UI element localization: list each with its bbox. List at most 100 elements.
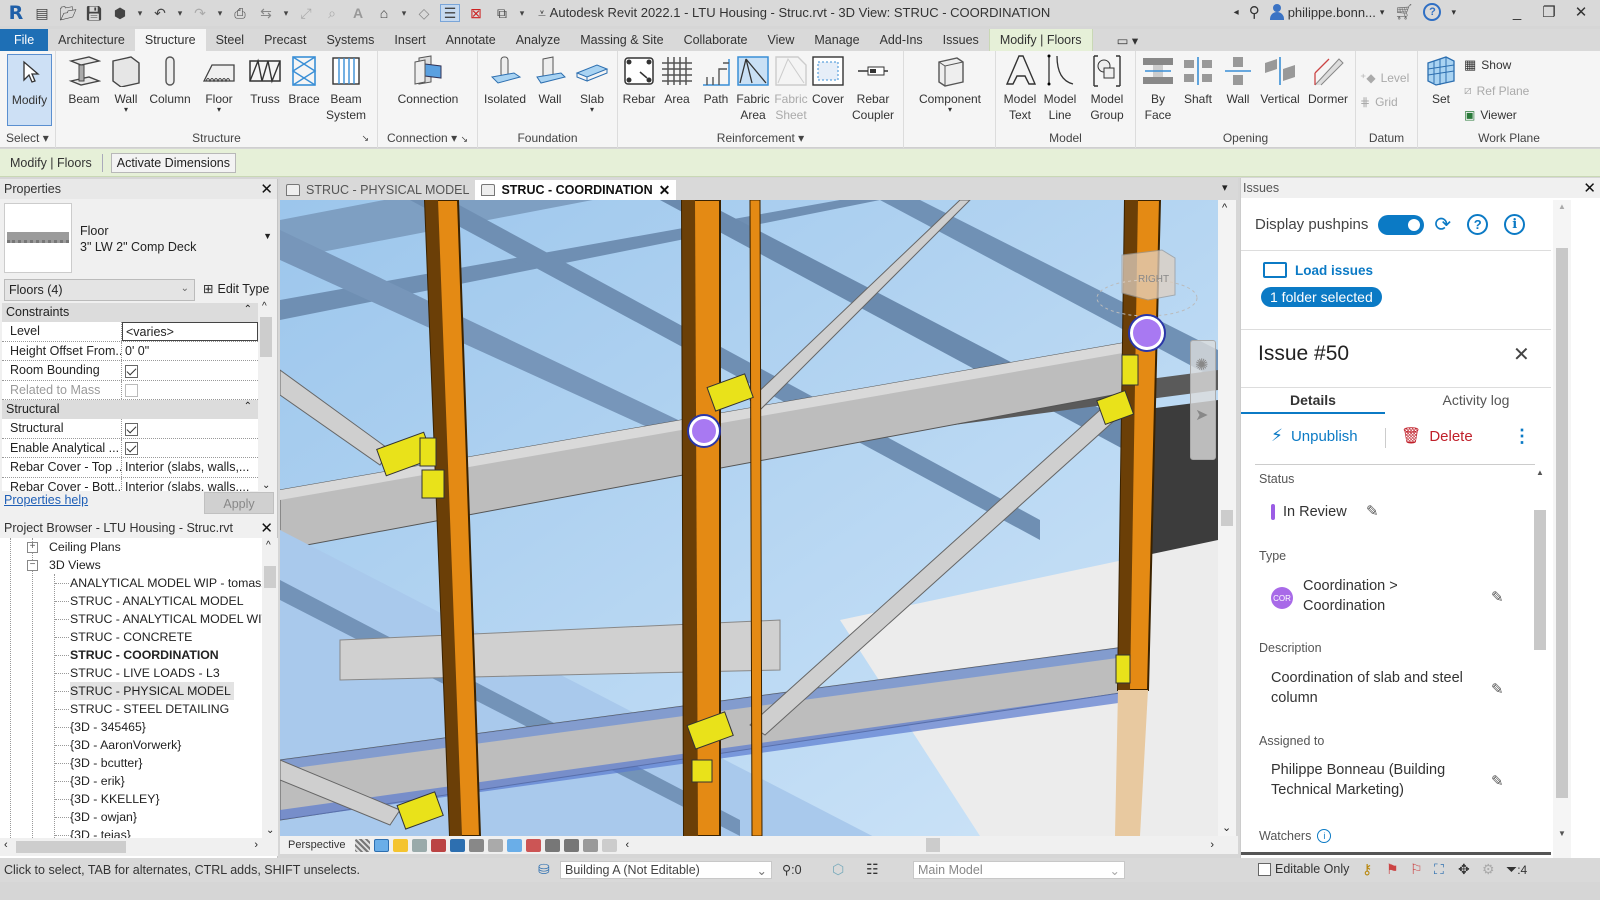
grid-button[interactable]: ⋕ Grid: [1360, 95, 1398, 109]
help-icon[interactable]: ?: [1423, 3, 1442, 21]
thin-lines-icon[interactable]: ☰: [440, 4, 460, 22]
watchers-info-icon[interactable]: i: [1317, 829, 1332, 843]
cart-icon[interactable]: 🛒︎: [1394, 3, 1413, 21]
select-underlay-icon[interactable]: ⚑: [1386, 861, 1399, 878]
close-hidden-windows-icon[interactable]: ⊠: [466, 4, 486, 22]
slab-foundation-button[interactable]: Slab ▾: [570, 54, 614, 114]
browser-view-item[interactable]: STRUC - CONCRETE: [70, 628, 192, 646]
steering-wheel-icon[interactable]: ✺: [1195, 355, 1211, 375]
view-tabs-menu-icon[interactable]: ▾: [1222, 181, 1228, 194]
temp-view-props-icon[interactable]: [545, 838, 561, 852]
expand-icon[interactable]: +: [27, 542, 38, 553]
sun-path-icon[interactable]: [393, 838, 409, 852]
collapse-group-icon[interactable]: ⌃: [244, 304, 252, 315]
3d-view-dropdown[interactable]: ▾: [400, 4, 408, 22]
opening-by-face-button[interactable]: By Face: [1140, 54, 1176, 123]
design-options-list-icon[interactable]: ☷: [866, 861, 879, 878]
tab-activity-log[interactable]: Activity log: [1401, 386, 1551, 414]
tab-steel[interactable]: Steel: [206, 29, 255, 51]
column-button[interactable]: Column: [148, 54, 192, 107]
edit-type-button[interactable]: ⊞ Edit Type: [203, 281, 269, 297]
property-value[interactable]: Interior (slabs, walls,...: [122, 478, 258, 492]
ref-plane-button[interactable]: ⧄ Ref Plane: [1464, 83, 1529, 98]
browser-folder[interactable]: 3D Views: [49, 556, 101, 574]
tab-collaborate[interactable]: Collaborate: [674, 29, 758, 51]
undo-dropdown[interactable]: ▾: [176, 4, 184, 22]
apply-button[interactable]: Apply: [204, 492, 274, 514]
edit-description-icon[interactable]: ✎: [1491, 680, 1509, 698]
analytical-model-icon[interactable]: [564, 838, 580, 852]
switch-windows-dropdown[interactable]: ▾: [518, 4, 526, 22]
reveal-constraints-icon[interactable]: [602, 838, 618, 852]
editable-only-checkbox[interactable]: Editable Only: [1258, 862, 1349, 876]
rebar-coupler-button[interactable]: Rebar Coupler: [846, 54, 900, 123]
modify-button[interactable]: Modify: [7, 54, 52, 126]
property-checkbox[interactable]: [125, 422, 138, 436]
binoculars-icon[interactable]: ⚲: [1249, 3, 1260, 21]
restore-button[interactable]: ❐: [1538, 3, 1560, 21]
property-checkbox[interactable]: [125, 442, 138, 456]
viewport-vertical-scrollbar[interactable]: ^ ⌄: [1218, 200, 1236, 836]
shaft-button[interactable]: Shaft: [1178, 54, 1218, 107]
tab-insert[interactable]: Insert: [384, 29, 435, 51]
panel-title-connection[interactable]: Connection ▾ ↘: [378, 130, 477, 146]
paper-plane-icon[interactable]: ➤: [1195, 405, 1211, 425]
load-issues-button[interactable]: Load issues: [1263, 262, 1373, 278]
type-value[interactable]: Coordination > Coordination: [1303, 576, 1398, 616]
close-issue-icon[interactable]: ✕: [1513, 342, 1530, 367]
edit-type-icon[interactable]: ✎: [1491, 588, 1509, 606]
area-reinforcement-button[interactable]: Area: [656, 54, 698, 107]
close-window-button[interactable]: ✕: [1570, 3, 1592, 21]
background-processes-icon[interactable]: ⚙: [1482, 861, 1495, 878]
switch-windows-icon[interactable]: ⧉: [492, 4, 512, 22]
unpublish-button[interactable]: ⚡︎ Unpublish: [1271, 426, 1358, 446]
property-value[interactable]: Interior (slabs, walls,...: [122, 458, 258, 477]
property-group-structural[interactable]: Structural ⌃: [2, 400, 258, 419]
home-icon[interactable]: ▤: [32, 4, 52, 22]
revit-logo-icon[interactable]: R: [6, 2, 26, 24]
folder-selected-badge[interactable]: 1 folder selected: [1261, 287, 1382, 307]
dormer-button[interactable]: Dormer: [1304, 54, 1352, 107]
status-value[interactable]: In Review: [1283, 502, 1347, 522]
tab-structure[interactable]: Structure: [134, 29, 206, 51]
issue-pushpin[interactable]: [1128, 314, 1166, 352]
sync-icon[interactable]: ⬢: [110, 4, 130, 22]
browser-view-item[interactable]: STRUC - PHYSICAL MODEL: [70, 682, 234, 700]
property-checkbox[interactable]: [125, 364, 138, 378]
sync-dropdown[interactable]: ▾: [136, 4, 144, 22]
structural-wall-button[interactable]: Wall ▾: [106, 54, 146, 114]
expand-arrow-icon[interactable]: ◂: [1234, 7, 1239, 18]
viewer-button[interactable]: ▣ Viewer: [1464, 108, 1517, 122]
properties-help-link[interactable]: Properties help: [4, 493, 88, 507]
refresh-icon[interactable]: ⟳: [1434, 212, 1451, 237]
browser-view-item[interactable]: {3D - KKELLEY}: [70, 790, 160, 808]
redo-dropdown[interactable]: ▾: [216, 4, 224, 22]
shadows-icon[interactable]: [412, 838, 428, 852]
browser-view-item[interactable]: STRUC - ANALYTICAL MODEL: [70, 592, 244, 610]
brace-button[interactable]: Brace: [286, 54, 322, 107]
viewport-horizontal-thumb[interactable]: [926, 838, 941, 852]
wall-opening-button[interactable]: Wall: [1218, 54, 1258, 107]
close-view-tab-icon[interactable]: ✕: [659, 182, 671, 199]
browser-view-item[interactable]: ANALYTICAL MODEL WIP - tomasz: [70, 574, 262, 592]
select-by-face-icon[interactable]: ⛶: [1434, 861, 1444, 878]
projection-label[interactable]: Perspective: [280, 839, 353, 851]
browser-view-item[interactable]: {3D - tejas}: [70, 826, 131, 838]
edit-assignee-icon[interactable]: ✎: [1491, 772, 1509, 790]
floor-button[interactable]: Floor ▾: [199, 54, 239, 114]
browser-view-item[interactable]: {3D - owjan}: [70, 808, 137, 826]
filter-icon[interactable]: ⏷:4: [1506, 861, 1527, 878]
browser-view-item[interactable]: STRUC - LIVE LOADS - L3: [70, 664, 220, 682]
tab-issues[interactable]: Issues: [933, 29, 989, 51]
detail-level-icon[interactable]: [355, 838, 371, 852]
property-value[interactable]: <varies>: [122, 322, 258, 341]
property-value[interactable]: [122, 439, 258, 458]
activate-dimensions-button[interactable]: Activate Dimensions: [110, 152, 236, 173]
browser-horizontal-scrollbar[interactable]: ‹ ›: [0, 838, 278, 856]
ribbon-minimize-toggle[interactable]: ▭ ▾: [1107, 29, 1149, 51]
close-browser-icon[interactable]: ✕: [260, 519, 273, 537]
description-value[interactable]: Coordination of slab and steel column: [1271, 668, 1463, 708]
lock-view-icon[interactable]: [488, 838, 504, 852]
model-line-button[interactable]: Model Line: [1040, 54, 1080, 123]
select-links-icon[interactable]: ⚷: [1362, 861, 1372, 878]
